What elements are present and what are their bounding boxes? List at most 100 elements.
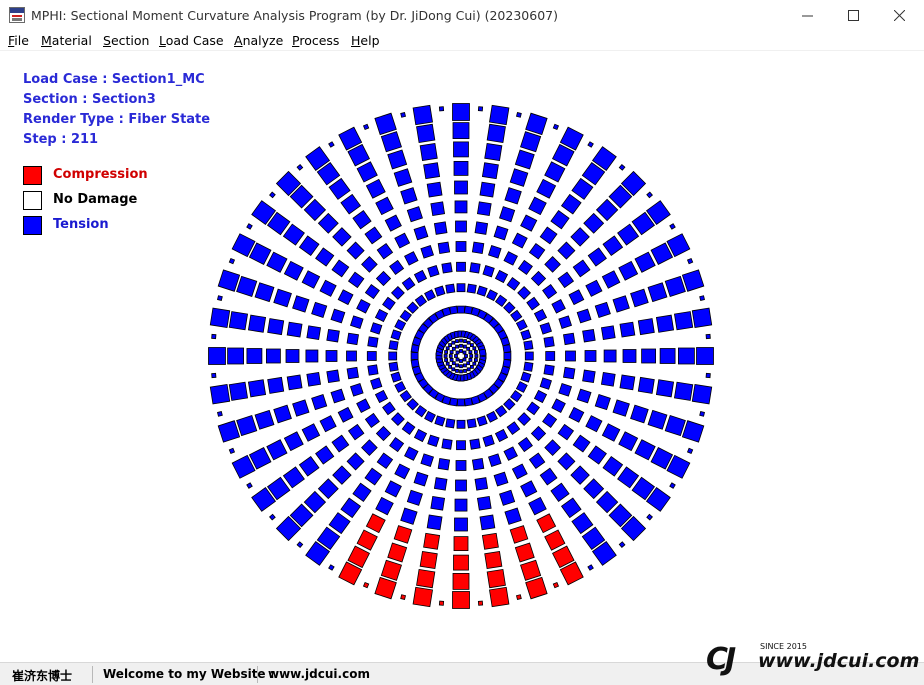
menu-analyze[interactable]: Analyze [234,33,283,48]
fiber-tension [520,214,538,232]
fiber-tension [433,221,448,235]
fiber-tension [317,478,339,500]
fiber-tension [525,112,548,136]
menu-file[interactable]: File [8,33,29,48]
fiber-tension [332,465,352,485]
fiber-tension [520,131,542,153]
fiber-tension [584,350,597,362]
fiber-tension [330,388,346,404]
fiber-tension [528,242,546,260]
rebar-fiber [516,594,522,600]
fiber-core [459,364,463,369]
fiber-tension [517,285,532,300]
rebar-fiber [211,333,217,340]
fiber-tension [530,425,547,442]
fiber-tension [454,498,468,512]
close-button[interactable] [876,0,922,30]
fiber-tension [499,489,516,506]
fiber-tension [506,421,521,435]
fiber-tension [273,404,292,424]
fiber-tension [399,389,412,403]
rebar-fiber [587,141,594,148]
fiber-tension [594,394,611,411]
fiber-tension [394,463,411,480]
fiber-tension [502,344,512,354]
menu-section[interactable]: Section [103,33,149,48]
fiber-section-render[interactable] [0,51,924,661]
fiber-tension [346,350,357,362]
fiber-tension [374,308,389,323]
fiber-tension [337,289,354,306]
fiber-tension [570,227,590,247]
fiber-compression [536,513,557,534]
rebar-fiber [646,191,653,199]
fiber-tension [482,434,495,447]
fiber-tension [375,270,392,287]
menu-material[interactable]: Material [41,33,92,48]
fiber-tension [315,445,335,465]
fiber-tension [389,437,405,453]
fiber-tension [361,439,378,456]
mphi-app-icon[interactable] [9,7,25,23]
fiber-core [449,350,454,355]
fiber-core [474,354,479,358]
fiber-tension [479,514,496,531]
menu-help[interactable]: Help [351,33,380,48]
fiber-core [448,364,453,369]
fiber-core [444,350,449,354]
fiber-tension [273,288,292,308]
fiber-compression [481,532,499,550]
fiber-tension [558,382,573,397]
rebar-fiber [699,411,705,417]
fiber-tension [543,336,555,348]
maximize-button[interactable] [830,0,876,30]
fiber-tension [557,271,575,289]
fiber-tension [228,381,249,401]
fiber-core [466,361,471,366]
fiber-tension [622,349,637,363]
fiber-core [449,357,454,362]
fiber-tension [515,319,528,331]
fiber-tension [563,332,576,346]
fiber-tension [506,277,521,291]
fiber-tension [539,467,558,486]
fiber-tension [457,305,465,314]
fiber-tension [454,180,468,195]
status-website[interactable]: www.jdcui.com [268,667,370,681]
fiber-tension [356,161,378,183]
fiber-core [466,340,471,345]
fiber-tension [413,269,428,284]
rebar-fiber [400,594,406,600]
fiber-tension [634,251,656,273]
fiber-tension [471,458,485,471]
fiber-core [448,354,453,358]
fiber-tension [601,423,621,442]
fiber-tension [364,412,380,428]
menu-process[interactable]: Process [292,33,339,48]
menu-load-case[interactable]: Load Case [159,33,224,48]
fiber-tension [404,251,419,266]
fiber-tension [600,371,616,387]
fiber-tension [326,328,340,343]
fiber-tension [423,162,441,180]
fiber-compression [520,559,542,581]
fiber-tension [600,325,616,341]
fiber-tension [558,315,573,330]
fiber-tension [603,349,617,363]
rebar-fiber [296,541,304,548]
fiber-tension [420,244,435,259]
render-canvas[interactable]: Load Case : Section1_MC Section : Sectio… [0,51,924,661]
fiber-tension [394,319,407,331]
fiber-tension [437,458,451,471]
minimize-button[interactable] [784,0,830,30]
fiber-tension [390,371,402,383]
fiber-core [464,354,468,358]
fiber-tension [217,420,241,443]
minimize-icon [801,15,813,16]
fiber-tension [406,301,419,314]
fiber-tension [511,232,528,249]
fiber-tension [449,305,459,315]
fiber-tension [406,398,419,411]
fiber-tension [474,477,489,491]
fiber-tension [528,196,547,216]
